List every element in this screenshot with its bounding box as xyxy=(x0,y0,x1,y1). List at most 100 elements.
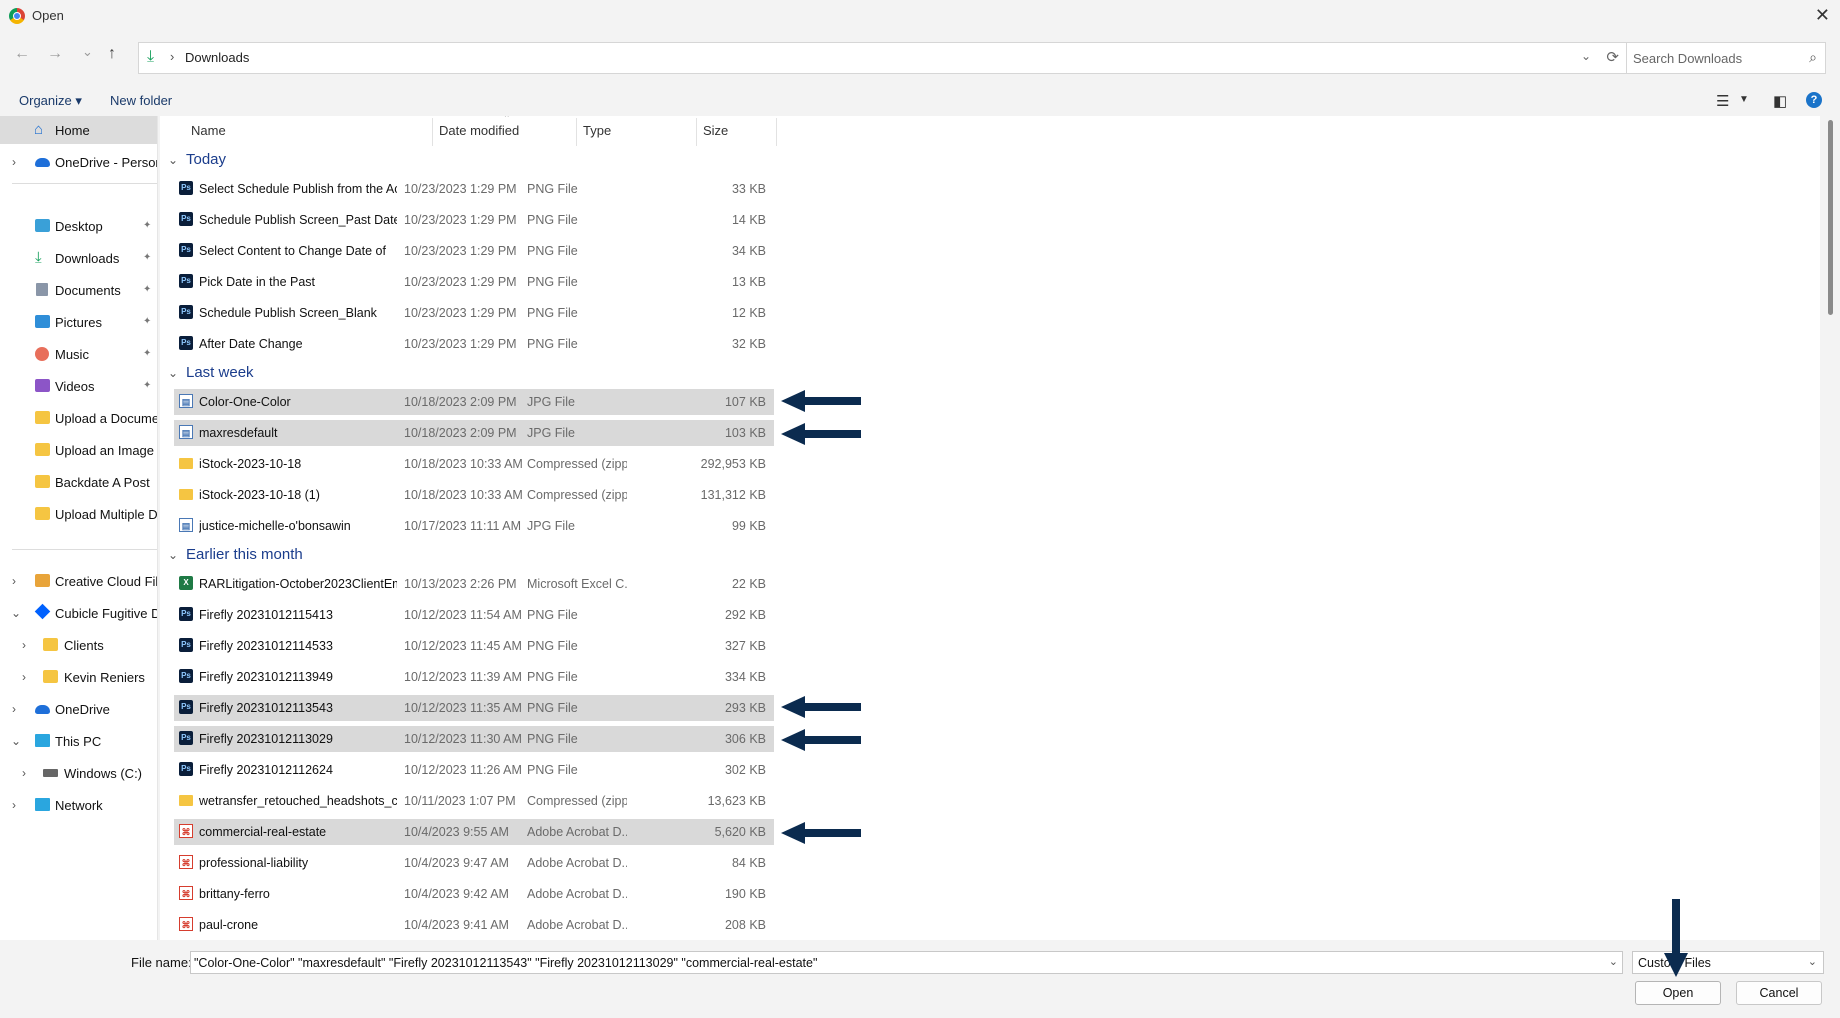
sidebar-item-desktop[interactable]: Desktop ✦ xyxy=(0,212,157,240)
cancel-button[interactable]: Cancel xyxy=(1736,981,1822,1005)
column-separator[interactable] xyxy=(776,118,777,146)
organize-button[interactable]: Organize ▾ xyxy=(19,93,82,109)
chevron-down-icon[interactable]: ⌄ xyxy=(168,366,178,380)
chevron-right-icon[interactable]: › xyxy=(22,766,26,780)
file-name: Select Schedule Publish from the Actions… xyxy=(199,182,397,196)
column-header-date-modified[interactable]: Date modified xyxy=(439,123,519,138)
table-row[interactable]: ▤ Color-One-Color 10/18/2023 2:09 PM JPG… xyxy=(174,389,774,415)
table-row[interactable]: Ps Schedule Publish Screen_Past Date 10/… xyxy=(174,207,774,233)
forward-button[interactable]: → xyxy=(47,45,63,63)
sidebar-item-upload-an-image[interactable]: Upload an Image in xyxy=(0,436,157,464)
chevron-right-icon[interactable]: › xyxy=(12,574,16,588)
back-button[interactable]: ← xyxy=(14,45,30,63)
refresh-icon[interactable]: ⟳ xyxy=(1606,48,1619,66)
column-header-type[interactable]: Type xyxy=(583,123,611,138)
sidebar-item-home[interactable]: ⌂ Home xyxy=(0,116,157,144)
table-row[interactable]: Ps Firefly 20231012113543 10/12/2023 11:… xyxy=(174,695,774,721)
chrome-icon xyxy=(9,8,25,24)
chevron-down-icon[interactable]: ⌄ xyxy=(11,606,21,620)
column-separator[interactable] xyxy=(432,118,433,146)
vertical-scrollbar[interactable] xyxy=(1828,120,1833,315)
view-list-icon[interactable]: ☰ xyxy=(1716,92,1729,110)
column-header-name[interactable]: Name xyxy=(191,123,226,138)
chevron-right-icon[interactable]: › xyxy=(12,155,16,169)
zip-folder-icon xyxy=(179,458,193,469)
help-icon[interactable]: ? xyxy=(1806,92,1822,108)
sidebar-item-upload-multiple[interactable]: Upload Multiple Dc xyxy=(0,500,157,528)
search-icon[interactable]: ⌕ xyxy=(1809,49,1817,66)
sidebar-item-upload-a-document[interactable]: Upload a Documen xyxy=(0,404,157,432)
table-row[interactable]: X RARLitigation-October2023ClientEmails … xyxy=(174,571,774,597)
sidebar-item-windows-c[interactable]: › Windows (C:) xyxy=(0,759,157,787)
photoshop-file-icon: Ps xyxy=(179,243,193,257)
table-row[interactable]: iStock-2023-10-18 (1) 10/18/2023 10:33 A… xyxy=(174,482,774,508)
table-row[interactable]: ▤ justice-michelle-o'bonsawin 10/17/2023… xyxy=(174,513,774,539)
table-row[interactable]: Ps Firefly 20231012114533 10/12/2023 11:… xyxy=(174,633,774,659)
table-row[interactable]: Ps Firefly 20231012115413 10/12/2023 11:… xyxy=(174,602,774,628)
sidebar-item-network[interactable]: › Network xyxy=(0,791,157,819)
table-row[interactable]: Ps Select Content to Change Date of 10/2… xyxy=(174,238,774,264)
file-name-input[interactable] xyxy=(194,955,1594,971)
chevron-down-icon[interactable]: ⌄ xyxy=(1581,49,1591,63)
column-header-size[interactable]: Size xyxy=(703,123,728,138)
sidebar-item-videos[interactable]: Videos ✦ xyxy=(0,372,157,400)
file-date: 10/4/2023 9:41 AM xyxy=(404,918,509,932)
table-row[interactable]: ⌘ professional-liability 10/4/2023 9:47 … xyxy=(174,850,774,876)
chevron-right-icon[interactable]: › xyxy=(12,702,16,716)
file-name-field[interactable]: ⌄ xyxy=(190,951,1623,974)
table-row[interactable]: iStock-2023-10-18 10/18/2023 10:33 AM Co… xyxy=(174,451,774,477)
network-icon xyxy=(35,798,50,811)
sidebar-item-onedrive-personal[interactable]: › OneDrive - Persona xyxy=(0,148,157,176)
table-row[interactable]: Ps Firefly 20231012112624 10/12/2023 11:… xyxy=(174,757,774,783)
file-type-select[interactable]: Custom Files ⌄ xyxy=(1632,951,1824,974)
chevron-down-icon[interactable]: ⌄ xyxy=(168,548,178,562)
table-row[interactable]: ▤ maxresdefault 10/18/2023 2:09 PM JPG F… xyxy=(174,420,774,446)
search-box[interactable]: ⌕ xyxy=(1626,42,1826,74)
chevron-down-icon[interactable]: ⌄ xyxy=(168,153,178,167)
sidebar-item-clients[interactable]: › Clients xyxy=(0,631,157,659)
recent-locations-button[interactable]: ⌄ xyxy=(82,44,93,60)
column-separator[interactable] xyxy=(696,118,697,146)
sidebar-item-this-pc[interactable]: ⌄ This PC xyxy=(0,727,157,755)
new-folder-button[interactable]: New folder xyxy=(110,93,172,108)
sidebar-item-onedrive[interactable]: › OneDrive xyxy=(0,695,157,723)
sidebar-item-kevin-reniers[interactable]: › Kevin Reniers xyxy=(0,663,157,691)
view-options-chevron-icon[interactable]: ▼ xyxy=(1739,94,1749,105)
chevron-right-icon[interactable]: › xyxy=(12,798,16,812)
table-row[interactable]: Ps Select Schedule Publish from the Acti… xyxy=(174,176,774,202)
breadcrumb-downloads[interactable]: Downloads xyxy=(185,50,249,65)
sidebar-item-cubicle-fugitive[interactable]: ⌄ Cubicle Fugitive Dr xyxy=(0,599,157,627)
preview-pane-icon[interactable]: ◧ xyxy=(1773,92,1787,110)
chevron-down-icon[interactable]: ⌄ xyxy=(11,734,21,748)
table-row[interactable]: Ps Firefly 20231012113949 10/12/2023 11:… xyxy=(174,664,774,690)
table-row[interactable]: ⌘ commercial-real-estate 10/4/2023 9:55 … xyxy=(174,819,774,845)
table-row[interactable]: wetransfer_retouched_headshots_crawfo...… xyxy=(174,788,774,814)
table-row[interactable]: Ps Schedule Publish Screen_Blank 10/23/2… xyxy=(174,300,774,326)
sidebar-item-music[interactable]: Music ✦ xyxy=(0,340,157,368)
sidebar-item-documents[interactable]: Documents ✦ xyxy=(0,276,157,304)
table-row[interactable]: ⌘ paul-crone 10/4/2023 9:41 AM Adobe Acr… xyxy=(174,912,774,938)
sidebar-item-downloads[interactable]: ⤓ Downloads ✦ xyxy=(0,244,157,272)
table-row[interactable]: Ps Firefly 20231012113029 10/12/2023 11:… xyxy=(174,726,774,752)
address-bar[interactable]: ⤓ › Downloads ⌄ ⟳ xyxy=(138,42,1630,74)
chevron-right-icon[interactable]: › xyxy=(22,638,26,652)
drive-icon xyxy=(43,769,58,777)
table-row[interactable]: Ps Pick Date in the Past 10/23/2023 1:29… xyxy=(174,269,774,295)
search-input[interactable] xyxy=(1633,49,1793,67)
up-button[interactable]: ↑ xyxy=(108,45,116,63)
chevron-down-icon[interactable]: ⌄ xyxy=(1808,955,1817,968)
table-row[interactable]: ⌘ brittany-ferro 10/4/2023 9:42 AM Adobe… xyxy=(174,881,774,907)
sidebar-item-backdate-a-post[interactable]: Backdate A Post xyxy=(0,468,157,496)
file-type: Adobe Acrobat D... xyxy=(527,887,627,901)
sidebar-item-pictures[interactable]: Pictures ✦ xyxy=(0,308,157,336)
column-separator[interactable] xyxy=(576,118,577,146)
chevron-right-icon[interactable]: › xyxy=(22,670,26,684)
close-icon[interactable]: ✕ xyxy=(1815,5,1830,26)
chevron-down-icon[interactable]: ⌄ xyxy=(1609,955,1618,968)
sidebar-item-creative-cloud-files[interactable]: › Creative Cloud Files xyxy=(0,567,157,595)
photoshop-file-icon: Ps xyxy=(179,638,193,652)
open-button[interactable]: Open xyxy=(1635,981,1721,1005)
table-row[interactable]: Ps After Date Change 10/23/2023 1:29 PM … xyxy=(174,331,774,357)
file-name: Firefly 20231012113949 xyxy=(199,670,333,684)
sidebar-item-label: Backdate A Post xyxy=(55,475,150,490)
